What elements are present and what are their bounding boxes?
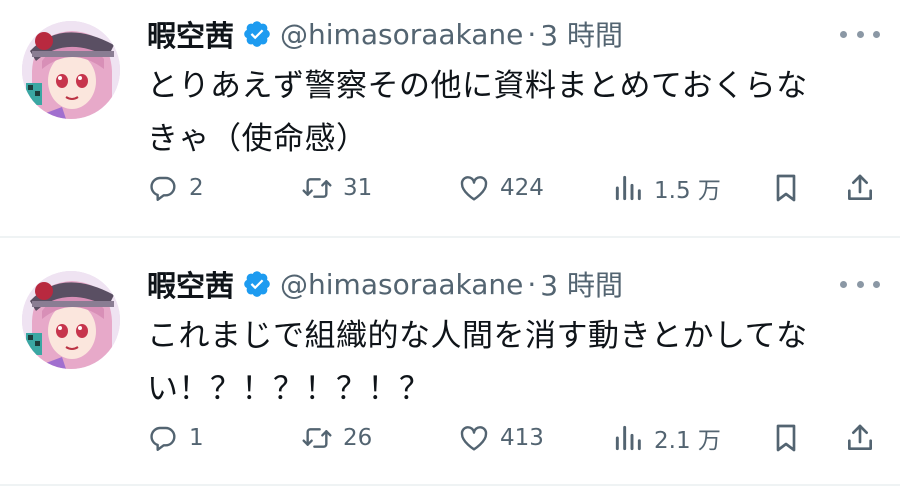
action-bar: 2 31 424 1.5 万: [147, 168, 882, 208]
avatar[interactable]: [22, 21, 120, 119]
share-icon: [848, 424, 872, 450]
like-button[interactable]: 424: [458, 168, 544, 208]
retweet-icon: [302, 178, 332, 198]
timestamp[interactable]: 3 時間: [540, 264, 623, 304]
divider: [0, 236, 900, 238]
retweet-count: 26: [343, 425, 373, 451]
retweet-count: 31: [343, 175, 373, 201]
display-name[interactable]: 暇空茜: [147, 263, 234, 305]
analytics-icon: [615, 175, 641, 201]
bookmark-button[interactable]: [770, 418, 802, 458]
share-icon: [848, 174, 872, 200]
bookmark-icon: [776, 424, 796, 452]
verified-badge-icon[interactable]: [242, 19, 272, 49]
views-button[interactable]: 2.1 万: [612, 418, 721, 458]
display-name[interactable]: 暇空茜: [147, 13, 234, 55]
heart-icon: [460, 176, 488, 201]
divider: [0, 484, 900, 486]
reply-icon: [150, 176, 176, 201]
view-count: 1.5 万: [654, 178, 721, 204]
view-count: 2.1 万: [654, 428, 721, 454]
bookmark-button[interactable]: [770, 168, 802, 208]
retweet-icon: [302, 428, 332, 448]
heart-icon: [460, 426, 488, 451]
action-bar: 1 26 413 2.1 万: [147, 418, 882, 458]
timestamp[interactable]: 3 時間: [540, 14, 623, 54]
retweet-button[interactable]: 26: [301, 418, 372, 458]
tweet-header: 暇空茜 @himasoraakane · 3 時間: [147, 12, 623, 56]
analytics-icon: [615, 425, 641, 451]
handle[interactable]: @himasoraakane: [280, 18, 523, 51]
share-button[interactable]: [844, 168, 876, 208]
reply-button[interactable]: 1: [147, 418, 204, 458]
more-horizontal-icon[interactable]: [840, 272, 880, 296]
avatar[interactable]: [22, 271, 120, 369]
like-count: 424: [500, 175, 544, 201]
tweet-text-line: とりあえず警察その他に資料まとめておくらな: [147, 68, 808, 104]
bookmark-icon: [776, 174, 796, 202]
like-count: 413: [500, 425, 544, 451]
tweet-header: 暇空茜 @himasoraakane · 3 時間: [147, 262, 623, 306]
share-button[interactable]: [844, 418, 876, 458]
tweet-text-line: きゃ（使命感）: [147, 121, 368, 157]
reply-count: 1: [189, 425, 204, 451]
tweet[interactable]: 暇空茜 @himasoraakane · 3 時間 これまじで組織的な人間を消す…: [0, 250, 900, 490]
tweet-text: とりあえず警察その他に資料まとめておくらな きゃ（使命感）: [147, 60, 867, 166]
reply-button[interactable]: 2: [147, 168, 204, 208]
views-button[interactable]: 1.5 万: [612, 168, 721, 208]
tweet[interactable]: 暇空茜 @himasoraakane · 3 時間 とりあえず警察その他に資料ま…: [0, 0, 900, 240]
separator: ·: [527, 17, 537, 51]
reply-count: 2: [189, 175, 204, 201]
like-button[interactable]: 413: [458, 418, 544, 458]
more-horizontal-icon[interactable]: [840, 22, 880, 46]
handle[interactable]: @himasoraakane: [280, 268, 523, 301]
separator: ·: [527, 267, 537, 301]
tweet-text-line: い！？！？！？！？: [147, 371, 431, 407]
tweet-text-line: これまじで組織的な人間を消す動きとかしてな: [147, 318, 808, 354]
reply-icon: [150, 426, 176, 451]
verified-badge-icon[interactable]: [242, 269, 272, 299]
tweet-text: これまじで組織的な人間を消す動きとかしてな い！？！？！？！？: [147, 310, 867, 416]
retweet-button[interactable]: 31: [301, 168, 372, 208]
